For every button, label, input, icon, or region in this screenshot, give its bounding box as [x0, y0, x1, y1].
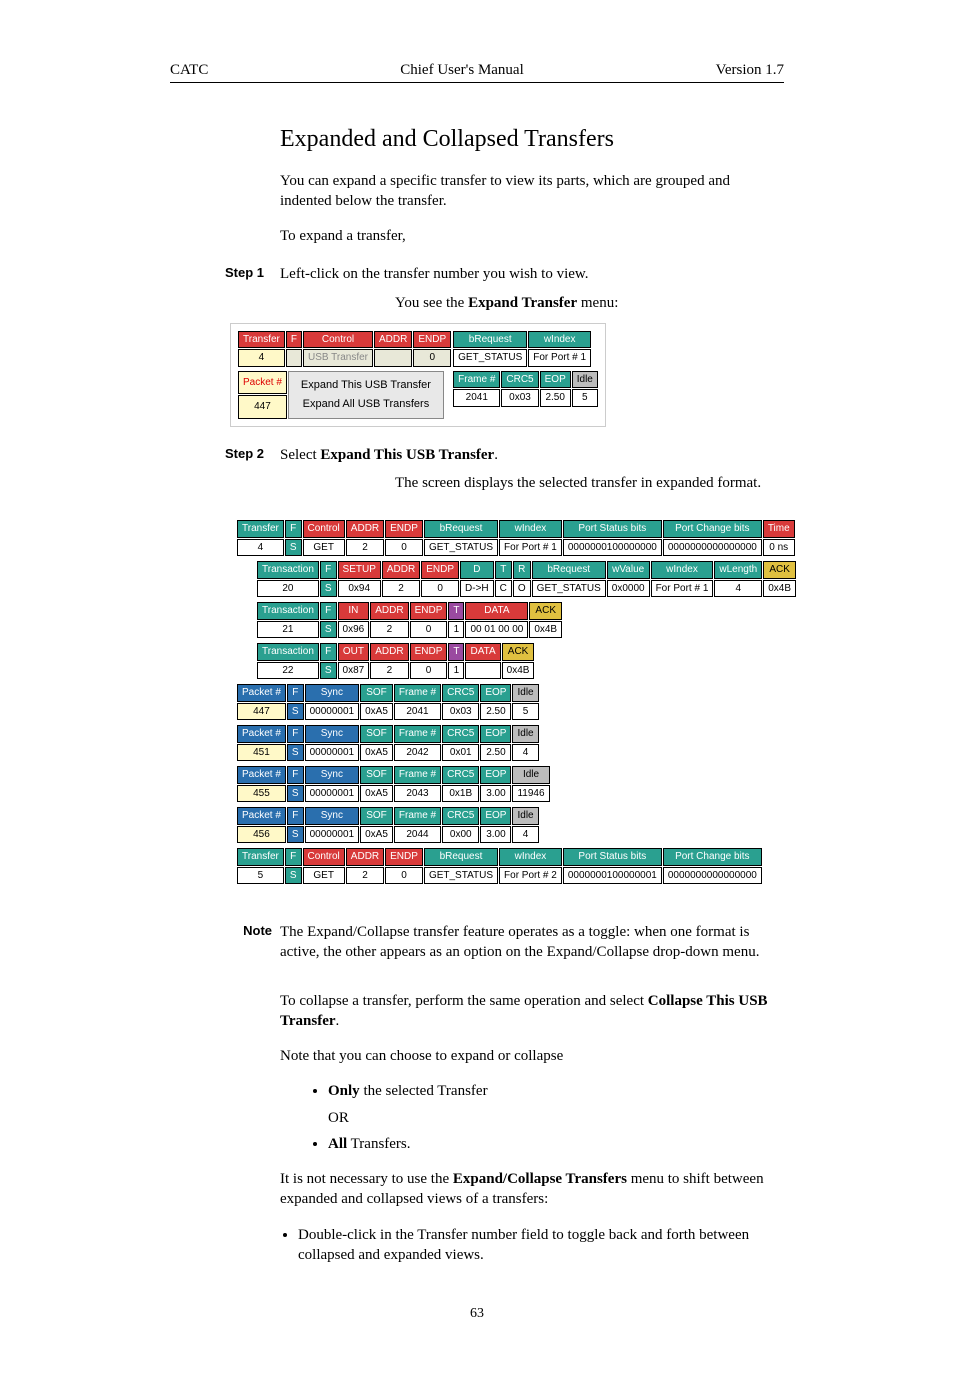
figure-expanded-transfer: Transfer F Control ADDR ENDP bRequest wI… — [230, 513, 803, 894]
expand-menu-lead: You see the Expand Transfer menu: — [395, 295, 618, 311]
transfer-header: Transfer — [238, 331, 285, 349]
usb-transfer-label: USB Transfer — [303, 349, 373, 367]
figure-expand-menu: Transfer F Control ADDR ENDP 4 USB Trans… — [230, 323, 784, 427]
frame-value: 2041 — [453, 389, 500, 407]
packet-header: Packet # — [238, 371, 287, 394]
bullet-all: All Transfers. — [328, 1134, 784, 1154]
collapse-text: To collapse a transfer, perform the same… — [280, 991, 784, 1032]
after-step2-text: The screen displays the selected transfe… — [395, 473, 784, 493]
not-necessary-text: It is not necessary to use the Expand/Co… — [280, 1169, 784, 1210]
f-value — [286, 349, 302, 367]
f-header: F — [286, 331, 302, 349]
transfer4-row: Transfer F Control ADDR ENDP bRequest wI… — [236, 519, 796, 557]
dbl-click-list: Double-click in the Transfer number fiel… — [280, 1225, 784, 1266]
dbl-click-text: Double-click in the Transfer number fiel… — [298, 1225, 784, 1266]
frame-header: Frame # — [453, 371, 500, 389]
breq-header: bRequest — [453, 331, 527, 349]
step1-text: Left-click on the transfer number you wi… — [280, 264, 784, 284]
note-label: Note — [225, 922, 280, 963]
eop-header: EOP — [540, 371, 571, 389]
control-header: Control — [303, 331, 373, 349]
note-text: The Expand/Collapse transfer feature ope… — [280, 922, 784, 963]
endp-value: 0 — [413, 349, 451, 367]
transaction21-row: Transaction F IN ADDR ENDP T DATA ACK 21… — [256, 601, 563, 639]
page-number: 63 — [170, 1305, 784, 1324]
eop-value: 2.50 — [540, 389, 571, 407]
menu-expand-all[interactable]: Expand All USB Transfers — [301, 395, 431, 414]
header-right: Version 1.7 — [716, 60, 784, 80]
step2-label: Step 2 — [225, 445, 280, 465]
choose-text: Note that you can choose to expand or co… — [280, 1046, 784, 1066]
intro-text: You can expand a specific transfer to vi… — [280, 171, 784, 212]
breq-value: GET_STATUS — [453, 349, 527, 367]
menu-expand-this[interactable]: Expand This USB Transfer — [301, 376, 431, 395]
to-expand-text: To expand a transfer, — [280, 226, 784, 246]
idle-header: Idle — [572, 371, 598, 389]
bullet-list: Only the selected Transfer OR All Transf… — [310, 1081, 784, 1154]
packet-row: Packet #FSyncSOFFrame #CRC5EOPIdle451S00… — [236, 724, 540, 762]
packet-row: Packet #FSyncSOFFrame #CRC5EOPIdle447S00… — [236, 683, 540, 721]
expand-menu: Expand This USB Transfer Expand All USB … — [288, 371, 444, 419]
page-header: CATC Chief User's Manual Version 1.7 — [170, 60, 784, 83]
step2-text: Select Expand This USB Transfer. — [280, 445, 784, 465]
section-title: Expanded and Collapsed Transfers — [280, 123, 784, 155]
transaction20-row: Transaction F SETUP ADDR ENDP D T R bReq… — [256, 560, 797, 598]
header-left: CATC — [170, 60, 208, 80]
transfer-value[interactable]: 4 — [238, 349, 285, 367]
transfer5-row: Transfer F Control ADDR ENDP bRequest wI… — [236, 847, 763, 885]
transaction22-row: Transaction F OUT ADDR ENDP T DATA ACK 2… — [256, 642, 535, 680]
crc5-value: 0x03 — [501, 389, 538, 407]
packet-value[interactable]: 447 — [238, 395, 287, 418]
windex-value: For Port # 1 — [528, 349, 591, 367]
windex-header: wIndex — [528, 331, 591, 349]
endp-header: ENDP — [413, 331, 451, 349]
crc5-header: CRC5 — [501, 371, 538, 389]
packet-row: Packet #FSyncSOFFrame #CRC5EOPIdle455S00… — [236, 765, 551, 803]
header-center: Chief User's Manual — [400, 60, 524, 80]
step1-label: Step 1 — [225, 264, 280, 284]
idle-value: 5 — [572, 389, 598, 407]
addr-header: ADDR — [374, 331, 412, 349]
or-text: OR — [328, 1108, 784, 1128]
packet-row: Packet #FSyncSOFFrame #CRC5EOPIdle456S00… — [236, 806, 540, 844]
bullet-only: Only the selected Transfer OR — [328, 1081, 784, 1128]
